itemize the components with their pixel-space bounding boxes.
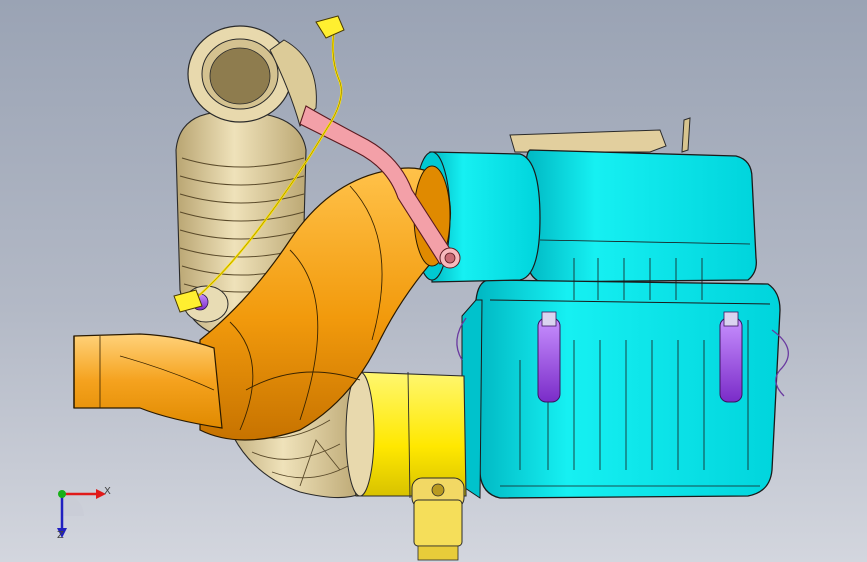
box-clip-right[interactable]: [719, 311, 743, 403]
axis-z-label: Z: [57, 530, 64, 541]
assembly-model[interactable]: [0, 0, 867, 562]
axis-x-label: X: [104, 486, 111, 497]
cad-viewport[interactable]: X Z: [0, 0, 867, 562]
box-clip-left[interactable]: [537, 311, 561, 403]
yellow-coupler[interactable]: [345, 371, 467, 561]
